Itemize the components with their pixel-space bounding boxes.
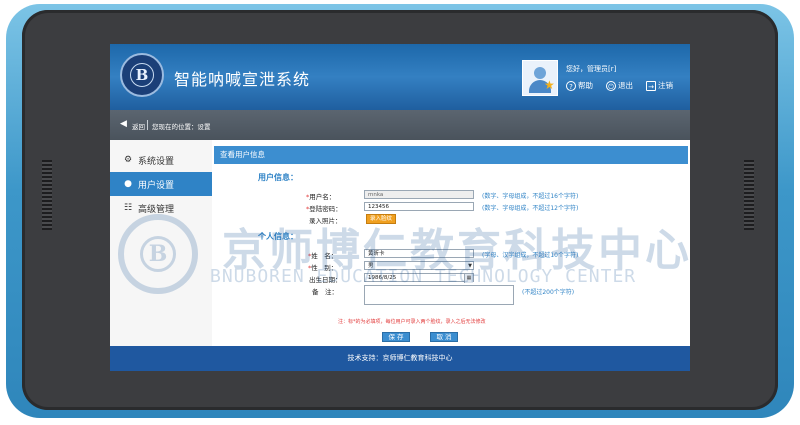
- app-header: B 智能呐喊宣泄系统 ★ 您好，管理员[r] ? 帮助 ⏻ 退出 → 注销: [110, 44, 690, 110]
- back-link[interactable]: 返回: [132, 121, 145, 131]
- app-title: 智能呐喊宣泄系统: [174, 70, 311, 89]
- user-info-section-title: 用户信息：: [258, 173, 298, 182]
- left-speaker-grille: [42, 160, 52, 230]
- calendar-icon[interactable]: ▦: [464, 274, 473, 283]
- username-hint: (数字、字母组成，不超过16个字符): [482, 193, 579, 200]
- star-icon: ★: [544, 78, 555, 92]
- logout-button[interactable]: → 注销: [646, 80, 673, 91]
- gear-icon: ⚙: [123, 155, 133, 165]
- cancel-button[interactable]: 取 消: [430, 332, 458, 342]
- name-label: *姓 名：: [308, 252, 338, 260]
- note-textarea[interactable]: [364, 285, 514, 305]
- personal-info-section-title: 个人信息：: [258, 232, 298, 241]
- back-arrow-icon[interactable]: ◀: [120, 119, 127, 129]
- photo-label: 录入照片：: [309, 217, 342, 225]
- app-screen: B 智能呐喊宣泄系统 ★ 您好，管理员[r] ? 帮助 ⏻ 退出 → 注销 ◀ …: [110, 44, 690, 371]
- birth-date-label: 出生日期：: [309, 276, 342, 284]
- name-field[interactable]: 黄昕卡: [364, 249, 474, 258]
- required-notice: 注：标*的为必填项，每位用户可录入两个脸纹，录入之后无法修改: [338, 319, 486, 325]
- right-speaker-grille: [744, 160, 754, 230]
- current-location: 您现在的位置：设置: [152, 123, 211, 131]
- username-label: *用户名：: [306, 193, 336, 201]
- save-button[interactable]: 保 存: [382, 332, 410, 342]
- note-label: 备 注：: [312, 288, 338, 296]
- username-field[interactable]: mnka: [364, 190, 474, 199]
- password-field[interactable]: 123456: [364, 202, 474, 211]
- chevron-down-icon: ▼: [468, 263, 472, 269]
- sidebar-item-advanced[interactable]: ☷ 高级管理: [110, 196, 212, 220]
- sidebar-item-system-settings[interactable]: ⚙ 系统设置: [110, 148, 212, 172]
- main-content: 查看用户信息 用户信息： *用户名： mnka (数字、字母组成，不超过16个字…: [214, 146, 688, 346]
- help-button[interactable]: ? 帮助: [566, 80, 593, 91]
- avatar: ★: [522, 60, 558, 96]
- sliders-icon: ☷: [123, 203, 133, 213]
- exit-button[interactable]: ⏻ 退出: [606, 80, 633, 91]
- birth-date-field[interactable]: 1986/8/25 ▦: [364, 273, 474, 283]
- help-icon: ?: [566, 80, 576, 91]
- breadcrumb: ◀ 返回 您现在的位置：设置: [110, 110, 690, 140]
- password-hint: (数字、字母组成，不超过12个字符): [482, 205, 579, 212]
- note-hint: (不超过200个字符): [522, 289, 575, 296]
- sidebar-item-user-settings[interactable]: ● 用户设置: [110, 172, 212, 196]
- password-label: *登陆密码：: [306, 205, 342, 213]
- user-icon: ●: [124, 179, 132, 189]
- panel-title: 查看用户信息: [214, 146, 688, 164]
- name-hint: (字母、汉字组成，不超过10个字符): [482, 252, 579, 259]
- logo: B: [120, 53, 164, 97]
- logout-icon: →: [646, 80, 656, 91]
- gender-select[interactable]: 男 ▼: [364, 261, 474, 270]
- logo-mark: B: [130, 63, 154, 87]
- capture-face-button[interactable]: 录入脸纹: [366, 214, 397, 224]
- gender-label: *性 别：: [308, 264, 338, 272]
- power-icon: ⏻: [606, 80, 616, 91]
- user-greeting: 您好，管理员[r]: [566, 65, 617, 73]
- sidebar: ⚙ 系统设置 ● 用户设置 ☷ 高级管理: [110, 140, 212, 346]
- footer: 技术支持：京师博仁教育科技中心: [110, 346, 690, 371]
